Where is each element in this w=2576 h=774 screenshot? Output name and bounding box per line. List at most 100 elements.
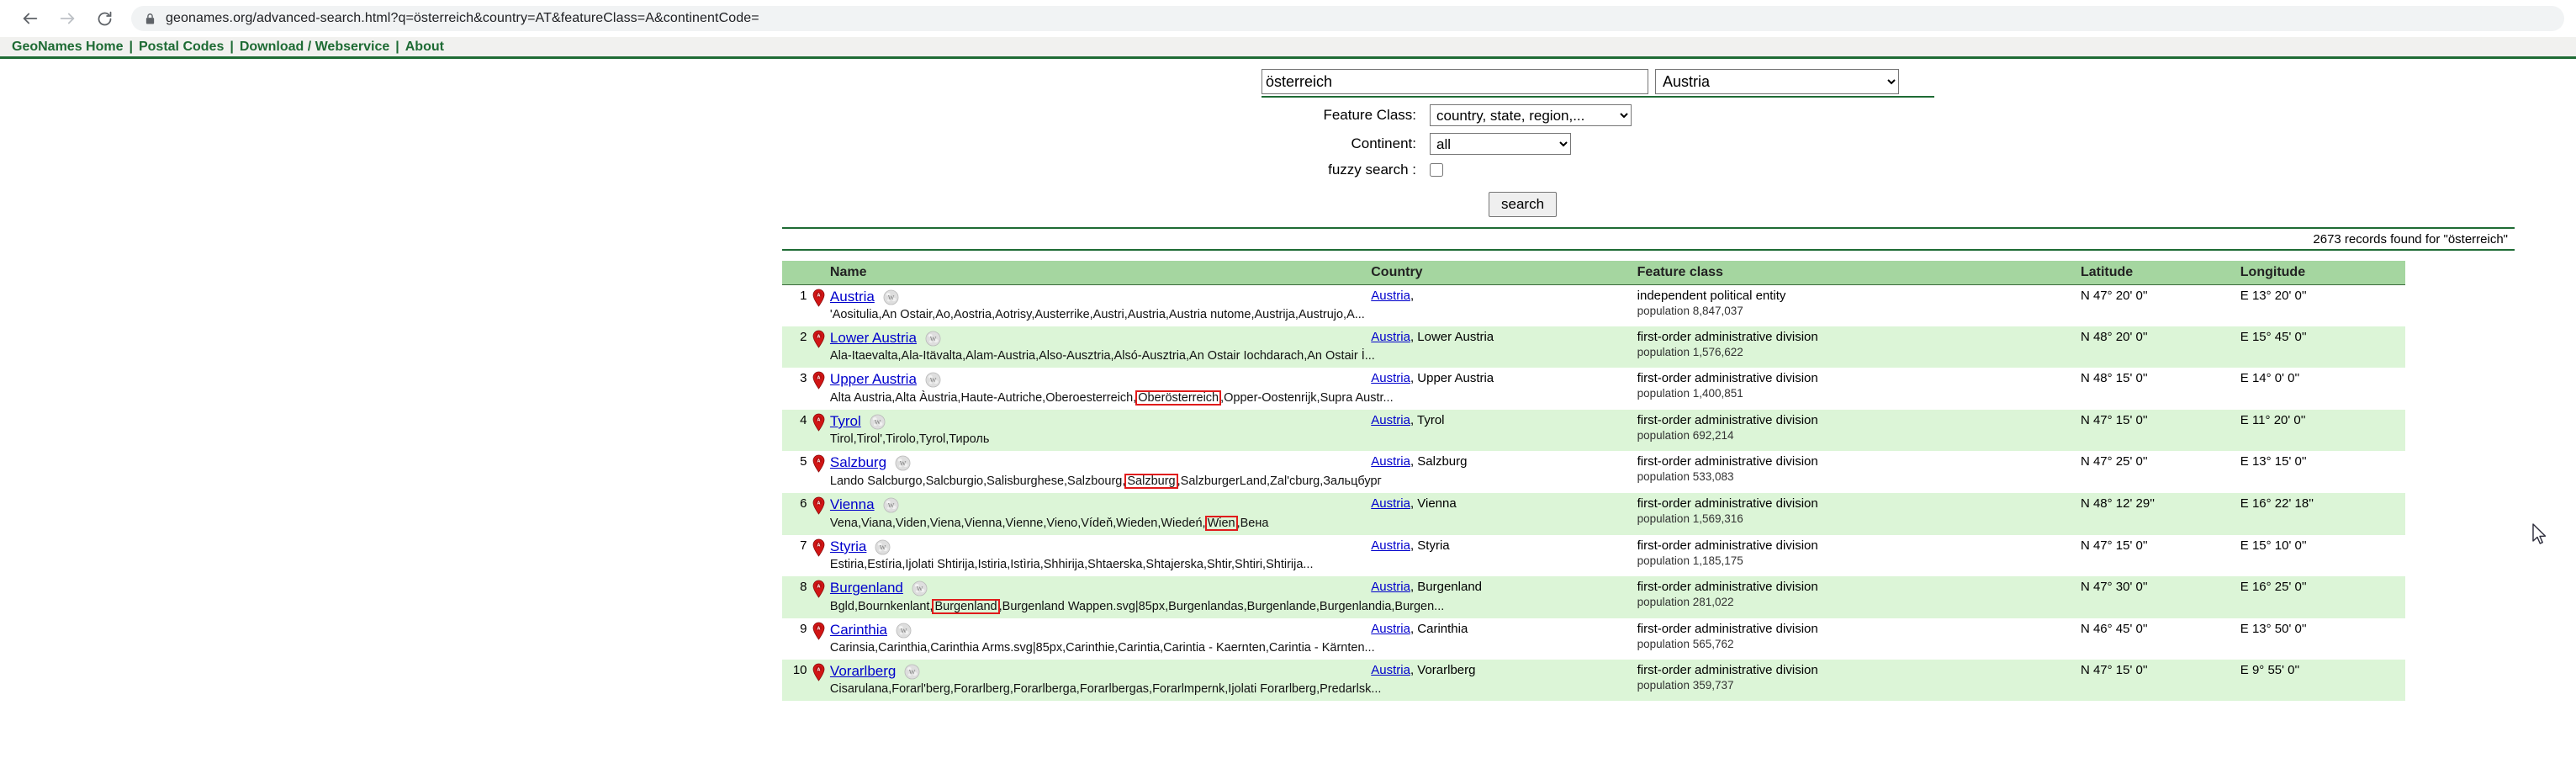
svg-text:W: W (880, 543, 886, 551)
reload-icon (96, 10, 114, 28)
wikipedia-icon[interactable]: W (925, 331, 941, 347)
nav-link-download-webservice[interactable]: Download / Webservice (240, 40, 389, 55)
country-link[interactable]: Austria (1371, 663, 1410, 677)
column-header-country[interactable]: Country (1371, 261, 1637, 285)
name-cell: Tyrol W Tirol,Tirol',Tirolo,Tyrol,Тироль (829, 410, 1372, 451)
map-pin-a-icon[interactable]: A (807, 368, 830, 410)
back-button[interactable] (12, 0, 49, 37)
country-link[interactable]: Austria (1371, 289, 1410, 303)
longitude-cell: E 9° 55' 0'' (2240, 660, 2405, 701)
wikipedia-icon[interactable]: W (883, 289, 899, 305)
latitude-cell: N 47° 15' 0'' (2080, 410, 2240, 451)
nav-separator: | (230, 39, 234, 54)
nav-link-postal-codes[interactable]: Postal Codes (139, 40, 224, 55)
reload-button[interactable] (86, 0, 123, 37)
column-header-latitude[interactable]: Latitude (2080, 261, 2240, 285)
admin-division-text: , Styria (1410, 538, 1450, 553)
search-match-highlight: Burgenland (932, 599, 1000, 614)
wikipedia-icon[interactable]: W (895, 455, 911, 471)
country-link[interactable]: Austria (1371, 371, 1410, 385)
map-pin-a-icon[interactable]: A (807, 326, 830, 368)
feature-class-cell: first-order administrative division popul… (1637, 576, 2081, 618)
feature-class-select[interactable]: country, state, region,... (1430, 104, 1632, 126)
search-results-table: Name Country Feature class Latitude Long… (782, 261, 2405, 701)
place-name-link[interactable]: Lower Austria (830, 330, 917, 347)
advanced-search-form: Austria Feature Class: country, state, r… (782, 59, 2515, 251)
country-cell: Austria, Carinthia (1371, 618, 1637, 660)
feature-class-cell: first-order administrative division popul… (1637, 618, 2081, 660)
map-pin-a-icon[interactable]: A (807, 493, 830, 535)
map-pin-a-icon[interactable]: A (807, 410, 830, 451)
longitude-cell: E 13° 50' 0'' (2240, 618, 2405, 660)
forward-button[interactable] (49, 0, 86, 37)
site-navigation: GeoNames Home | Postal Codes | Download … (0, 37, 2576, 59)
place-name-link[interactable]: Upper Austria (830, 371, 917, 388)
map-pin-a-icon[interactable]: A (807, 660, 830, 701)
population-text: population 1,185,175 (1637, 554, 1743, 567)
search-button[interactable]: search (1489, 192, 1558, 217)
feature-class-cell: first-order administrative division popul… (1637, 451, 2081, 493)
feature-class-cell: first-order administrative division popul… (1637, 326, 2081, 368)
place-name-link[interactable]: Tyrol (830, 413, 861, 430)
place-name-link[interactable]: Salzburg (830, 454, 886, 471)
country-link[interactable]: Austria (1371, 496, 1410, 511)
alternate-names: Ala-Itaevalta,Ala-Itävalta,Alam-Austria,… (829, 349, 1375, 363)
column-header-longitude[interactable]: Longitude (2240, 261, 2405, 285)
svg-text:W: W (901, 627, 907, 634)
svg-text:W: W (917, 585, 923, 592)
feature-class-cell: first-order administrative division popul… (1637, 368, 2081, 410)
row-number: 6 (782, 493, 807, 535)
wikipedia-icon[interactable]: W (904, 664, 920, 680)
country-link[interactable]: Austria (1371, 454, 1410, 469)
map-pin-a-icon[interactable]: A (807, 451, 830, 493)
nav-link-geonames-home[interactable]: GeoNames Home (12, 40, 124, 55)
header-spacer-pin (807, 261, 830, 285)
country-link[interactable]: Austria (1371, 413, 1410, 427)
map-pin-a-icon[interactable]: A (807, 284, 830, 326)
address-bar[interactable]: geonames.org/advanced-search.html?q=öste… (131, 6, 2564, 31)
country-link[interactable]: Austria (1371, 580, 1410, 594)
continent-select[interactable]: all (1430, 133, 1571, 155)
latitude-cell: N 48° 15' 0'' (2080, 368, 2240, 410)
population-text: population 1,576,622 (1637, 346, 1743, 358)
map-pin-a-icon[interactable]: A (807, 576, 830, 618)
row-number: 1 (782, 284, 807, 326)
place-name-link[interactable]: Austria (830, 289, 875, 305)
place-name-link[interactable]: Burgenland (830, 580, 903, 596)
search-input[interactable] (1262, 69, 1648, 94)
country-link[interactable]: Austria (1371, 622, 1410, 636)
wikipedia-icon[interactable]: W (925, 372, 941, 388)
place-name-link[interactable]: Carinthia (830, 622, 887, 639)
name-cell: Vienna W Vena,Viana,Viden,Viena,Vienna,V… (829, 493, 1372, 535)
map-pin-a-icon[interactable]: A (807, 618, 830, 660)
feature-class-text: first-order administrative division (1637, 330, 1818, 344)
country-link[interactable]: Austria (1371, 330, 1410, 344)
feature-class-cell: first-order administrative division popul… (1637, 535, 2081, 576)
place-name-link[interactable]: Vienna (830, 496, 875, 513)
wikipedia-icon[interactable]: W (896, 623, 912, 639)
place-name-link[interactable]: Vorarlberg (830, 663, 896, 680)
wikipedia-icon[interactable]: W (883, 497, 899, 513)
continent-row: Continent: all (1262, 133, 2515, 155)
latitude-cell: N 48° 20' 0'' (2080, 326, 2240, 368)
back-arrow-icon (21, 9, 40, 28)
admin-division-text: , Vorarlberg (1410, 663, 1476, 677)
wikipedia-icon[interactable]: W (870, 414, 886, 430)
map-pin-a-icon[interactable]: A (807, 535, 830, 576)
feature-class-text: first-order administrative division (1637, 580, 1818, 594)
wikipedia-icon[interactable]: W (912, 580, 928, 596)
place-name-link[interactable]: Styria (830, 538, 866, 555)
alternate-names: Cisarulana,Forarl'berg,Forarlberg,Forarl… (829, 682, 1382, 696)
fuzzy-search-checkbox[interactable] (1430, 163, 1443, 177)
name-line: Upper Austria W (830, 371, 1371, 388)
wikipedia-icon[interactable]: W (875, 539, 891, 555)
nav-link-about[interactable]: About (405, 40, 444, 55)
column-header-feature-class[interactable]: Feature class (1637, 261, 2081, 285)
svg-text:A: A (817, 294, 820, 299)
svg-text:W: W (930, 376, 937, 384)
feature-class-row: Feature Class: country, state, region,..… (1262, 104, 2515, 126)
column-header-name[interactable]: Name (829, 261, 1372, 285)
svg-text:A: A (817, 627, 820, 632)
country-select[interactable]: Austria (1655, 69, 1899, 94)
country-link[interactable]: Austria (1371, 538, 1410, 553)
